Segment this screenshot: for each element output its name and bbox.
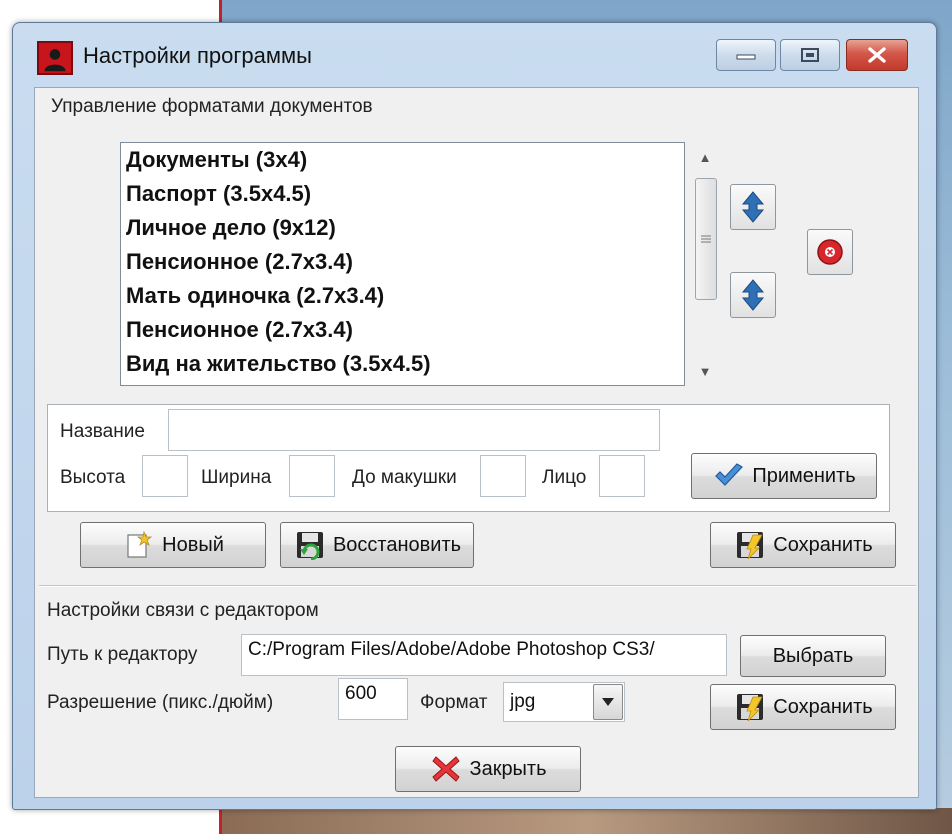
close-button-label: Закрыть (469, 757, 547, 780)
list-item[interactable]: Пенсионное (2.7x3.4) (121, 313, 684, 347)
delete-format-button[interactable] (807, 229, 853, 275)
floppy-save-icon (733, 528, 767, 562)
title-bar[interactable]: Настройки программы (13, 23, 936, 87)
list-item[interactable]: Паспорт (3.5x4.5) (121, 177, 684, 211)
desktop-bottom-strip (222, 808, 952, 834)
red-x-icon (429, 752, 463, 786)
resolution-input[interactable]: 600 (338, 678, 408, 720)
formats-listbox[interactable]: Документы (3x4) Паспорт (3.5x4.5) Личное… (120, 142, 685, 386)
window-title: Настройки программы (83, 43, 312, 68)
face-input[interactable] (599, 455, 645, 497)
editor-group-label: Настройки связи с редактором (47, 600, 319, 621)
move-down-button[interactable] (730, 272, 776, 318)
apply-button[interactable]: Применить (691, 453, 877, 499)
delete-icon (817, 239, 843, 265)
editor-path-input[interactable]: C:/Program Files/Adobe/Adobe Photoshop C… (241, 634, 727, 676)
new-document-icon (122, 528, 156, 562)
arrow-down-icon (741, 279, 765, 311)
restore-button[interactable]: Восстановить (280, 522, 474, 568)
formats-group-label: Управление форматами документов (51, 96, 373, 117)
editor-path-label: Путь к редактору (47, 644, 198, 665)
width-input[interactable] (289, 455, 335, 497)
width-label: Ширина (201, 467, 272, 488)
face-label: Лицо (542, 467, 587, 488)
minimize-icon (736, 54, 756, 60)
format-dropdown-button[interactable] (593, 684, 623, 720)
new-format-button[interactable]: Новый (80, 522, 266, 568)
restore-window-icon (801, 48, 819, 62)
resolution-label: Разрешение (пикс./дюйм) (47, 692, 274, 713)
move-up-button[interactable] (730, 184, 776, 230)
minimize-button[interactable] (716, 39, 776, 71)
scroll-down-arrow[interactable]: ▼ (691, 356, 719, 386)
scroll-thumb[interactable] (695, 178, 717, 300)
height-input[interactable] (142, 455, 188, 497)
restore-button-label: Восстановить (332, 533, 462, 556)
format-fields-panel: Название Высота Ширина До макушки Лицо П… (47, 404, 890, 512)
scroll-up-arrow[interactable]: ▲ (691, 142, 719, 172)
close-button[interactable]: Закрыть (395, 746, 581, 792)
list-item[interactable]: Мать одиночка (2.7x3.4) (121, 279, 684, 313)
list-item[interactable]: Документы (3x4) (121, 143, 684, 177)
save-formats-button[interactable]: Сохранить (710, 522, 896, 568)
apply-button-label: Применить (752, 464, 856, 487)
save-editor-button[interactable]: Сохранить (710, 684, 896, 730)
chevron-down-icon (602, 698, 614, 706)
checkmark-icon (712, 459, 746, 493)
floppy-restore-icon (293, 528, 327, 562)
browse-button[interactable]: Выбрать (740, 635, 886, 677)
list-item[interactable]: Вид на жительство (3.5x4.5) (121, 347, 684, 381)
crown-label: До макушки (352, 467, 457, 488)
height-label: Высота (60, 467, 126, 488)
portrait-icon (37, 41, 73, 75)
floppy-save-icon (733, 690, 767, 724)
crown-input[interactable] (480, 455, 526, 497)
new-button-label: Новый (162, 533, 224, 556)
arrow-up-icon (741, 191, 765, 223)
maximize-button[interactable] (780, 39, 840, 71)
save-formats-button-label: Сохранить (773, 533, 873, 556)
settings-window: Настройки программы Управление форматами… (12, 22, 937, 810)
browse-button-label: Выбрать (772, 644, 854, 667)
name-input[interactable] (168, 409, 660, 451)
format-label: Формат (420, 692, 488, 713)
window-client-area: Управление форматами документов Документ… (34, 87, 919, 798)
format-select[interactable]: jpg (503, 682, 625, 722)
grip-icon (701, 235, 711, 243)
format-select-value: jpg (510, 691, 536, 712)
list-item[interactable]: Личное дело (9x12) (121, 211, 684, 245)
close-window-button[interactable] (846, 39, 908, 71)
close-icon (868, 47, 886, 63)
group-separator (39, 585, 916, 587)
list-item[interactable]: Пенсионное (2.7x3.4) (121, 245, 684, 279)
save-editor-button-label: Сохранить (773, 695, 873, 718)
formats-scrollbar[interactable]: ▲ ▼ (691, 142, 719, 386)
name-label: Название (60, 421, 145, 442)
